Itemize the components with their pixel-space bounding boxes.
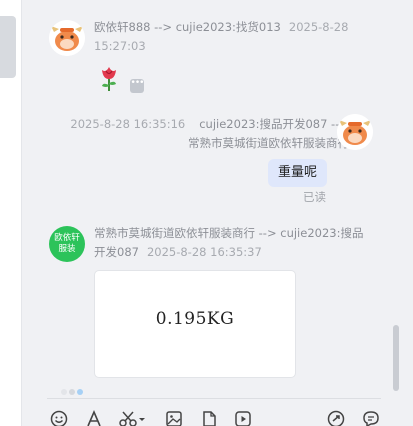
emoji-icon[interactable]: [49, 409, 69, 426]
loading-dot: [69, 389, 75, 395]
sender-name: 欧依轩888 --> cujie2023:找货013: [94, 20, 281, 34]
message-time: 2025-8-28: [288, 20, 349, 34]
loading-indicator: [61, 380, 85, 395]
sender-name-line2: 常熟市莫城街道欧依轩服装商行: [188, 136, 349, 150]
conversation-list-panel: [0, 0, 22, 426]
avatar-shop[interactable]: 欧依轩 服装: [49, 226, 85, 262]
history-icon[interactable]: [326, 409, 346, 426]
rose-icon[interactable]: [97, 64, 121, 92]
loading-dot: [61, 389, 67, 395]
avatar-text: 欧依轩: [54, 233, 80, 243]
file-icon[interactable]: [199, 409, 219, 426]
input-divider: [47, 398, 381, 399]
video-icon[interactable]: [233, 409, 253, 426]
image-text: 0.195KG: [155, 309, 235, 329]
more-options-icon[interactable]: •••: [130, 79, 144, 93]
sender-name-line2: 开发087: [94, 245, 139, 259]
message-time-line2: 15:27:03: [94, 39, 146, 53]
sender-name: cujie2023:搜品开发087 -->: [199, 117, 349, 131]
conversation-list-scrollbar[interactable]: [0, 16, 16, 78]
image-icon[interactable]: [164, 409, 184, 426]
message-meta: 2025-8-28 16:35:16 cujie2023:搜品开发087 --> …: [29, 115, 349, 153]
avatar-cow[interactable]: [337, 114, 373, 150]
message-time: 2025-8-28 16:35:16: [70, 117, 186, 131]
message-time: 2025-8-28 16:35:37: [146, 245, 262, 259]
loading-dot: [77, 389, 83, 395]
avatar-text-line2: 服装: [58, 244, 76, 254]
message-meta: 常熟市莫城街道欧依轩服装商行 --> cujie2023:搜品 开发087 202…: [94, 224, 384, 262]
chat-scrollbar[interactable]: [393, 325, 399, 391]
scissors-icon[interactable]: [118, 409, 146, 426]
read-status: 已读: [303, 190, 326, 204]
sender-name: 常熟市莫城街道欧依轩服装商行 --> cujie2023:搜品: [94, 226, 364, 240]
image-message[interactable]: 0.195KG: [94, 270, 296, 378]
quick-reply-icon[interactable]: [361, 409, 381, 426]
message-meta: 欧依轩888 --> cujie2023:找货013 2025-8-28 15:2…: [94, 18, 364, 56]
outgoing-message-bubble[interactable]: 重量呢: [267, 159, 327, 187]
avatar-cow[interactable]: [49, 20, 85, 56]
chat-message-area[interactable]: 欧依轩888 --> cujie2023:找货013 2025-8-28 15:2…: [23, 0, 401, 398]
font-icon[interactable]: [84, 409, 104, 426]
